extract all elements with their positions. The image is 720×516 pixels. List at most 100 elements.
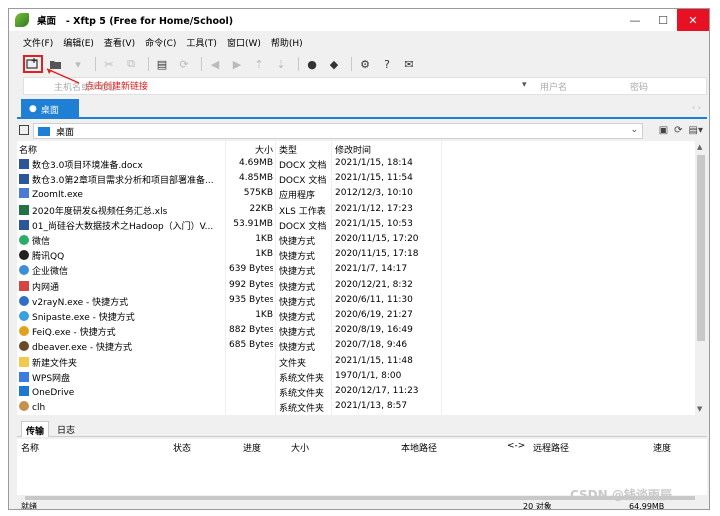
file-word-icon [19,174,29,185]
menu-window[interactable]: 窗口(W) [227,36,261,49]
file-row[interactable]: 2020年度研发&视频任务汇总.xls 22KB XLS 工作表 2021/1/12,… [17,202,691,217]
upload-icon[interactable]: ⇡ [250,56,268,72]
back-icon[interactable]: ◀ [206,56,224,72]
toolbar-separator [351,57,352,71]
file-list-scrollbar[interactable]: ▲ ▼ [695,141,707,415]
file-name: dbeaver.exe - 快捷方式 [32,343,133,354]
file-modified: 2021/1/15, 10:53 [335,218,413,229]
minimize-button[interactable]: — [621,9,649,31]
file-row[interactable]: FeiQ.exe - 快捷方式 882 Bytes 快捷方式 2020/8/19, 1… [17,323,691,338]
transfer-col-progress[interactable]: 进度 [243,441,261,454]
file-type: 快捷方式 [279,313,316,323]
path-dropdown-icon[interactable]: ⌄ [630,125,638,135]
file-type: DOCX 文档 [279,221,327,232]
file-modified: 2020/6/11, 11:30 [335,294,413,305]
maximize-button[interactable]: ☐ [649,9,677,31]
cut-icon[interactable]: ✂ [100,56,118,72]
new-session-button[interactable] [23,55,43,73]
column-size[interactable]: 大小 [229,143,273,156]
xshell-icon[interactable]: ● [303,56,321,72]
file-list-header: 名称 大小 类型 修改时间 [17,141,707,156]
column-type[interactable]: 类型 [279,143,329,156]
password-input[interactable]: 密码 [630,80,648,93]
menu-view[interactable]: 查看(V) [104,36,135,49]
file-name: ZoomIt.exe [32,190,83,201]
file-row[interactable]: 新建文件夹 文件夹 2021/1/15, 11:48 [17,354,691,369]
username-input[interactable]: 用户名 [540,80,567,93]
menu-tools[interactable]: 工具(T) [186,36,217,49]
transfer-col-direction[interactable]: <-> [507,441,525,451]
file-row[interactable]: 数仓3.0项目环境准备.docx 4.69MB DOCX 文档 2021/1/15, … [17,156,691,171]
file-row[interactable]: clh 系统文件夹 2021/1/13, 8:57 [17,399,691,414]
file-row[interactable]: WPS网盘 系统文件夹 1970/1/1, 8:00 [17,369,691,384]
file-row[interactable]: 01_尚硅谷大数据技术之Hadoop（入门）V... 53.91MB DOCX 文档… [17,217,691,232]
file-row[interactable]: Snipaste.exe - 快捷方式 1KB 快捷方式 2020/6/19, 21:… [17,308,691,323]
settings-gear-icon[interactable]: ⚙ [356,56,374,72]
file-wps-icon [19,371,29,382]
menu-command[interactable]: 命令(C) [145,36,176,49]
file-type: 快捷方式 [279,237,316,247]
file-row[interactable]: 微信 1KB 快捷方式 2020/11/15, 17:20 [17,232,691,247]
scrollbar-thumb[interactable] [697,155,705,341]
copy-icon[interactable]: ⧉ [122,56,140,72]
column-name[interactable]: 名称 [19,143,225,156]
transfer-col-size[interactable]: 大小 [291,441,309,454]
refresh-path-icon[interactable]: ⟳ [674,125,682,136]
forward-icon[interactable]: ▶ [228,56,246,72]
annotation-text: 点击创建新链接 [85,82,149,92]
view-mode-icon[interactable]: ▤▾ [689,125,703,136]
file-row[interactable]: dbeaver.exe - 快捷方式 685 Bytes 快捷方式 2020/7/18… [17,338,691,353]
file-row[interactable]: ZoomIt.exe 575KB 应用程序 2012/12/3, 10:10 [17,186,691,201]
tab-desktop[interactable]: ● 桌面 [21,99,79,119]
file-size: 22KB [249,203,273,214]
file-row[interactable]: v2rayN.exe - 快捷方式 935 Bytes 快捷方式 2020/6/11,… [17,293,691,308]
file-name: 腾讯QQ [32,252,65,263]
transfer-col-speed[interactable]: 速度 [653,441,671,454]
csdn-watermark: CSDN @钱谈雨辰 [570,488,672,502]
file-row[interactable]: 腾讯QQ 1KB 快捷方式 2020/11/15, 17:18 [17,247,691,262]
file-name: OneDrive [32,388,75,398]
file-row[interactable]: 企业微信 639 Bytes 快捷方式 2021/1/7, 14:17 [17,262,691,277]
file-row[interactable]: 数仓3.0第2章项目需求分析和项目部署准备... 4.85MB DOCX 文档 202… [17,171,691,186]
scroll-up-icon[interactable]: ▲ [697,143,702,151]
file-name: v2rayN.exe - 快捷方式 [32,297,129,308]
toolbar-separator [148,57,149,71]
file-modified: 2020/12/21, 8:32 [335,279,413,290]
file-name: 数仓3.0项目环境准备.docx [32,161,143,171]
file-type: 快捷方式 [279,343,316,354]
transfer-col-local-path[interactable]: 本地路径 [401,441,437,454]
file-row[interactable]: 内网通 992 Bytes 快捷方式 2020/12/21, 8:32 [17,278,691,293]
menu-help[interactable]: 帮助(H) [271,36,303,49]
tab-nav-arrows-icon[interactable]: ‹ › [692,103,701,112]
help-icon[interactable]: ? [378,56,396,72]
properties-icon[interactable]: ▤ [153,56,171,72]
close-button[interactable]: ✕ [677,9,709,31]
scroll-down-icon[interactable]: ▼ [697,405,702,413]
host-dropdown-icon[interactable]: ▾ [522,80,527,90]
menu-file[interactable]: 文件(F) [23,36,53,49]
file-size: 935 Bytes [229,294,273,305]
file-name: WPS网盘 [32,373,71,384]
encoding-icon[interactable]: ◆ [325,56,343,72]
transfer-col-status[interactable]: 状态 [173,441,191,454]
column-modified[interactable]: 修改时间 [335,143,439,156]
open-folder-icon[interactable]: ▣ [659,125,668,136]
file-size: 882 Bytes [229,325,273,336]
chat-icon[interactable]: ✉ [400,56,418,72]
tab-transfer[interactable]: 传输 [21,421,50,437]
file-modified: 2021/1/13, 8:57 [335,401,408,412]
download-icon[interactable]: ⇣ [272,56,290,72]
path-input[interactable]: 桌面 ⌄ [33,123,643,139]
window-title: 桌面 - Xftp 5 (Free for Home/School) [37,16,234,27]
tab-log[interactable]: 日志 [53,421,79,437]
toolbar-separator [95,57,96,71]
panel-toggle-icon[interactable] [19,125,29,135]
file-name: FeiQ.exe - 快捷方式 [32,328,116,339]
file-dbeaver-icon [19,341,29,352]
transfer-col-remote-path[interactable]: 远程路径 [533,441,569,454]
file-row[interactable]: OneDrive 系统文件夹 2020/12/17, 11:23 [17,384,691,399]
file-type: 快捷方式 [279,297,316,308]
transfer-col-name[interactable]: 名称 [21,441,39,454]
menu-edit[interactable]: 编辑(E) [63,36,94,49]
refresh-icon[interactable]: ⟳ [175,56,193,72]
